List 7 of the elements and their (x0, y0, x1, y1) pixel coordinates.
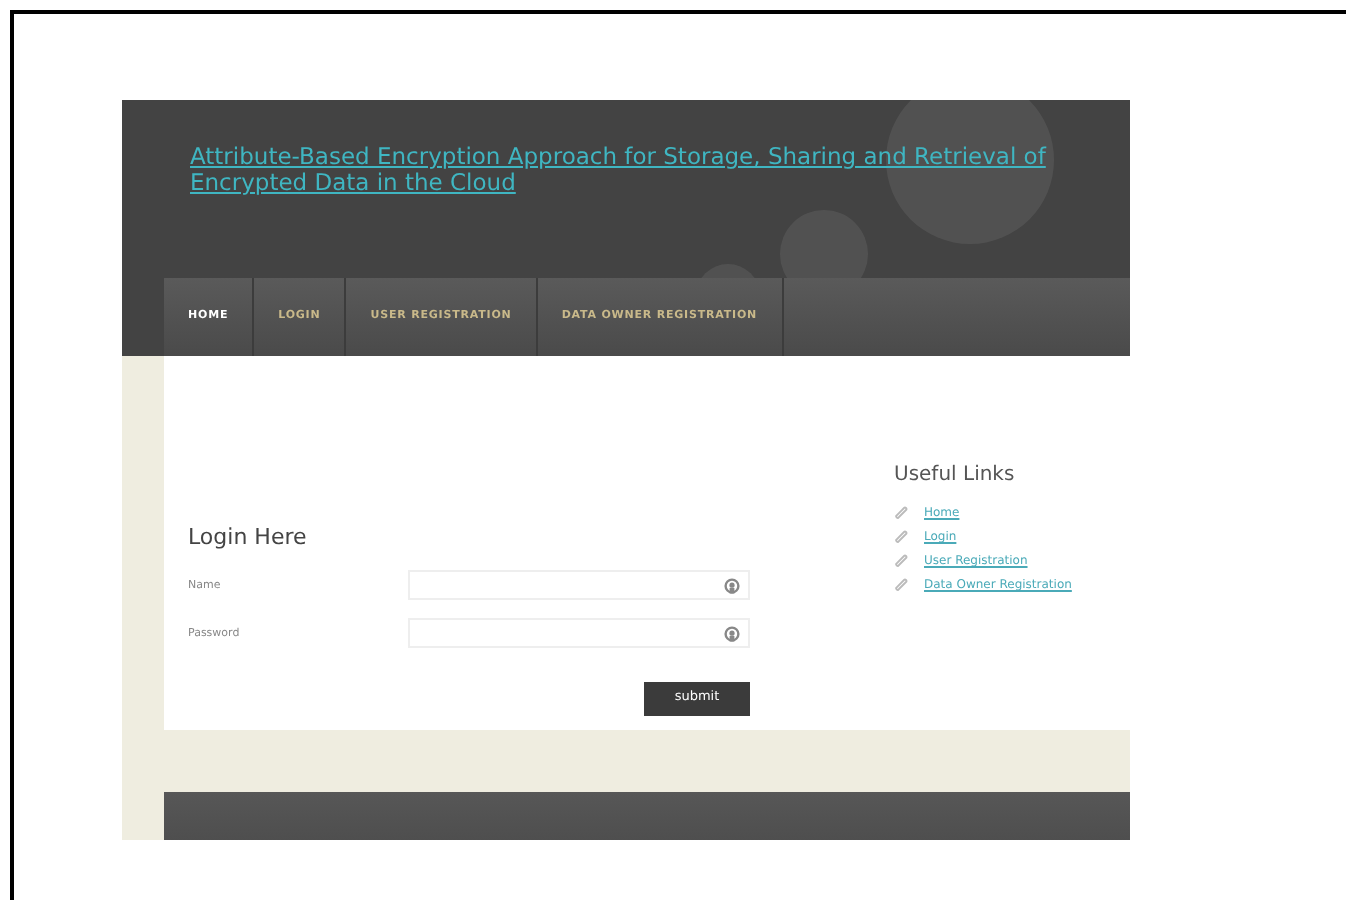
input-field[interactable] (408, 618, 750, 649)
login-heading: Login Here (188, 524, 309, 551)
site-title-link[interactable]: Attribute-Based Encryption Approach for Storage, Sharing and Retrieval of Encrypted Data in the Cloud (190, 144, 1062, 196)
useful-links-heading: Useful Links (894, 464, 1017, 488)
input-field[interactable] (408, 570, 750, 601)
person-icon (724, 577, 740, 594)
person-icon (724, 625, 740, 642)
